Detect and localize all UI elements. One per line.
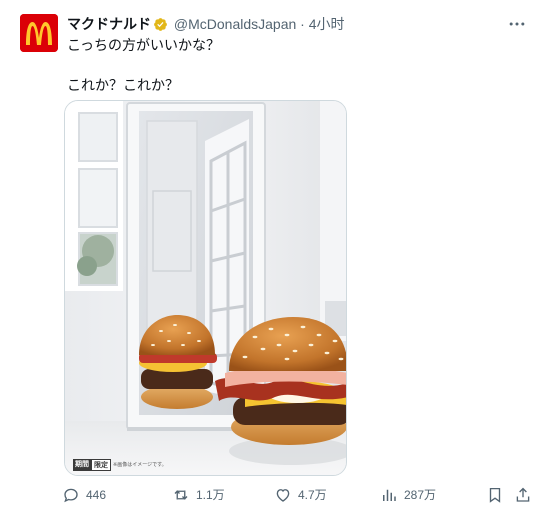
bookmark-icon (489, 487, 501, 503)
more-options-icon[interactable] (507, 14, 527, 34)
author-name[interactable]: マクドナルド (67, 16, 151, 32)
retweet-icon (174, 490, 188, 500)
action-bar: 446 1.1万 4.7万 287万 (62, 484, 532, 506)
badge-left: 期間 (73, 459, 91, 471)
bookmark-button[interactable] (486, 484, 510, 506)
share-icon (516, 487, 530, 502)
tweet-media-image[interactable]: 期間 限定 ※画像はイメージです。 (64, 100, 347, 476)
analytics-icon (383, 489, 396, 501)
separator-dot: · (300, 16, 305, 32)
media-illustration (65, 101, 346, 475)
timestamp[interactable]: 4小时 (309, 16, 345, 32)
tweet-card: マクドナルド @McDonaldsJapan · 4小时 こっちの方がいいかな？… (0, 0, 547, 516)
image-disclaimer: ※画像はイメージです。 (113, 462, 167, 468)
mcdonalds-logo-icon (20, 14, 58, 52)
view-count: 287万 (404, 488, 437, 502)
reply-icon (64, 488, 78, 503)
badge-right: 限定 (91, 459, 111, 471)
tweet-text: こっちの方がいいかな？ これか？これか？ (67, 37, 221, 93)
tweet-header: マクドナルド @McDonaldsJapan · 4小时 (67, 14, 527, 34)
heart-icon (276, 489, 290, 502)
like-count: 4.7万 (298, 488, 327, 502)
reply-button[interactable]: 446 (62, 484, 106, 506)
share-button[interactable] (514, 484, 538, 506)
reply-count: 446 (86, 488, 107, 502)
limited-time-badge: 期間 限定 (73, 459, 111, 471)
retweet-button[interactable]: 1.1万 (172, 484, 225, 506)
avatar[interactable] (20, 14, 58, 52)
author-handle[interactable]: @McDonaldsJapan (174, 16, 296, 32)
retweet-count: 1.1万 (196, 488, 225, 502)
like-button[interactable]: 4.7万 (274, 484, 327, 506)
views-button[interactable]: 287万 (380, 484, 436, 506)
verified-badge-icon (154, 18, 167, 31)
